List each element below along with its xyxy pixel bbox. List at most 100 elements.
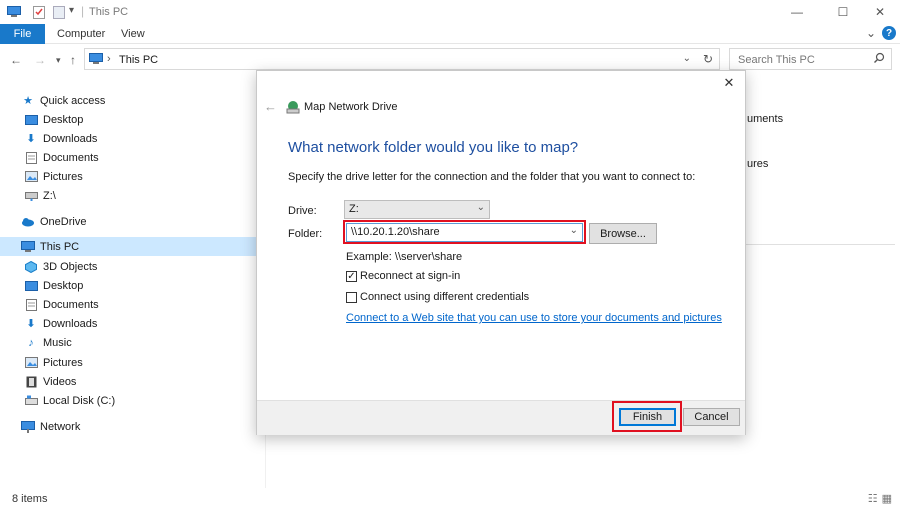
sidebar-item-quick-access[interactable]: ★ Quick access (0, 91, 258, 110)
sidebar-item-this-pc[interactable]: This PC (0, 237, 258, 256)
address-bar[interactable]: › This PC ⌄ ↻ (84, 48, 720, 70)
sidebar-item-documents-2[interactable]: Documents (0, 295, 258, 314)
cube-icon (24, 260, 38, 273)
folder-value: \\10.20.1.20\share (351, 226, 440, 238)
sidebar-item-network[interactable]: Network (0, 417, 258, 436)
large-icons-view-icon[interactable]: ▦ (882, 492, 892, 505)
network-drive-icon (24, 190, 38, 202)
star-icon: ★ (23, 95, 33, 107)
background-folder-label[interactable]: uments (747, 113, 783, 125)
computer-icon (89, 53, 103, 68)
reconnect-checkbox-row[interactable]: ✓ Reconnect at sign-in (346, 270, 460, 282)
refresh-icon[interactable]: ↻ (703, 52, 713, 66)
computer-icon (7, 6, 21, 21)
sidebar-item-label: Pictures (43, 356, 83, 369)
search-input[interactable]: Search This PC (729, 48, 892, 70)
breadcrumb-separator[interactable]: › (107, 53, 111, 65)
dialog-title: Map Network Drive (304, 101, 398, 113)
new-folder-icon[interactable] (53, 6, 65, 22)
chevron-down-icon[interactable]: ⌄ (866, 26, 876, 40)
network-icon (21, 420, 35, 433)
sidebar-item-label: Music (43, 336, 72, 349)
sidebar-item-desktop-2[interactable]: Desktop (0, 276, 258, 295)
title-separator: | (81, 4, 85, 18)
dialog-heading: What network folder would you like to ma… (288, 139, 579, 156)
sidebar-item-downloads[interactable]: ⬇ Downloads (0, 129, 258, 148)
drive-select[interactable]: Z: ⌄ (344, 200, 490, 219)
ribbon: File Computer View ⌄ ? (0, 24, 900, 44)
download-icon: ⬇ (26, 133, 36, 145)
dropdown-chevron-icon[interactable]: ⌄ (683, 53, 691, 64)
properties-icon[interactable] (33, 6, 45, 22)
sidebar-item-pictures[interactable]: Pictures (0, 167, 258, 186)
background-folder-label[interactable]: ures (747, 158, 768, 170)
tab-computer[interactable]: Computer (57, 28, 105, 40)
sidebar-item-label: Documents (43, 298, 99, 311)
chevron-down-icon: ⌄ (476, 202, 485, 213)
cancel-button[interactable]: Cancel (683, 408, 740, 426)
window-title: This PC (89, 6, 129, 18)
section-divider (745, 244, 895, 245)
sidebar-item-label: Downloads (43, 132, 98, 145)
sidebar-item-pictures-2[interactable]: Pictures (0, 353, 258, 372)
title-bar: ▾ | This PC — ☐ ✕ (0, 0, 900, 24)
sidebar-item-label: Downloads (43, 317, 98, 330)
sidebar-item-videos[interactable]: Videos (0, 372, 258, 391)
view-toggle: ☷ ▦ (868, 492, 892, 505)
drive-label: Drive: (288, 205, 317, 217)
back-arrow-icon[interactable]: ← (264, 99, 277, 114)
video-icon (24, 376, 38, 388)
documents-icon (24, 151, 38, 164)
search-icon (873, 52, 885, 67)
browse-button[interactable]: Browse... (589, 223, 657, 244)
example-text: Example: \\server\share (346, 251, 463, 263)
sidebar-item-label: 3D Objects (43, 260, 98, 273)
pictures-icon (24, 171, 38, 183)
credentials-checkbox[interactable] (346, 291, 357, 303)
sidebar-item-label: Pictures (43, 170, 83, 183)
sidebar-item-downloads-2[interactable]: ⬇ Downloads (0, 314, 258, 333)
folder-label: Folder: (288, 228, 323, 240)
credentials-checkbox-row[interactable]: Connect using different credentials (346, 291, 529, 303)
close-icon[interactable]: ✕ (719, 75, 739, 91)
sidebar-item-3d-objects[interactable]: 3D Objects (0, 257, 258, 276)
recent-locations-icon[interactable]: ▾ (56, 55, 61, 66)
documents-icon (24, 298, 38, 311)
details-view-icon[interactable]: ☷ (868, 492, 878, 505)
disk-icon (24, 395, 38, 407)
navigation-pane: ★ Quick access Desktop ⬇ Downloads Docum… (0, 88, 258, 488)
pictures-icon (24, 357, 38, 369)
web-site-link[interactable]: Connect to a Web site that you can use t… (346, 312, 722, 324)
sidebar-item-label: Network (40, 420, 81, 433)
finish-button[interactable]: Finish (619, 408, 676, 426)
sidebar-item-documents[interactable]: Documents (0, 148, 258, 167)
tab-view[interactable]: View (121, 28, 145, 40)
item-count: 8 items (12, 493, 48, 505)
drive-value: Z: (349, 203, 359, 215)
music-icon: ♪ (28, 336, 34, 349)
help-icon[interactable]: ? (882, 26, 896, 40)
up-arrow-icon[interactable]: ↑ (70, 53, 76, 67)
search-placeholder: Search This PC (738, 54, 815, 66)
sidebar-item-onedrive[interactable]: OneDrive (0, 212, 258, 231)
forward-arrow-icon[interactable]: → (34, 53, 46, 67)
web-site-link-text[interactable]: Connect to a Web site that you can use t… (346, 312, 722, 324)
sidebar-item-label: This PC (40, 240, 80, 253)
close-button[interactable]: ✕ (857, 0, 900, 24)
minimize-button[interactable]: — (774, 0, 820, 24)
desktop-icon (24, 114, 38, 126)
cloud-icon (21, 216, 35, 228)
back-arrow-icon[interactable]: ← (10, 53, 22, 67)
reconnect-checkbox[interactable]: ✓ (346, 270, 357, 282)
sidebar-item-music[interactable]: ♪ Music (0, 333, 258, 352)
sidebar-item-desktop[interactable]: Desktop (0, 110, 258, 129)
sidebar-item-local-disk[interactable]: Local Disk (C:) (0, 391, 258, 410)
breadcrumb[interactable]: This PC (119, 54, 158, 66)
sidebar-item-label: Local Disk (C:) (43, 394, 116, 407)
network-drive-icon (286, 100, 300, 114)
sidebar-item-z-drive[interactable]: Z:\ (0, 186, 258, 205)
chevron-down-icon[interactable]: ⌄ (570, 225, 578, 236)
tab-file[interactable]: File (0, 24, 45, 44)
quick-access-dropdown-icon[interactable]: ▾ (69, 5, 74, 16)
folder-input[interactable]: \\10.20.1.20\share ⌄ (346, 223, 583, 242)
